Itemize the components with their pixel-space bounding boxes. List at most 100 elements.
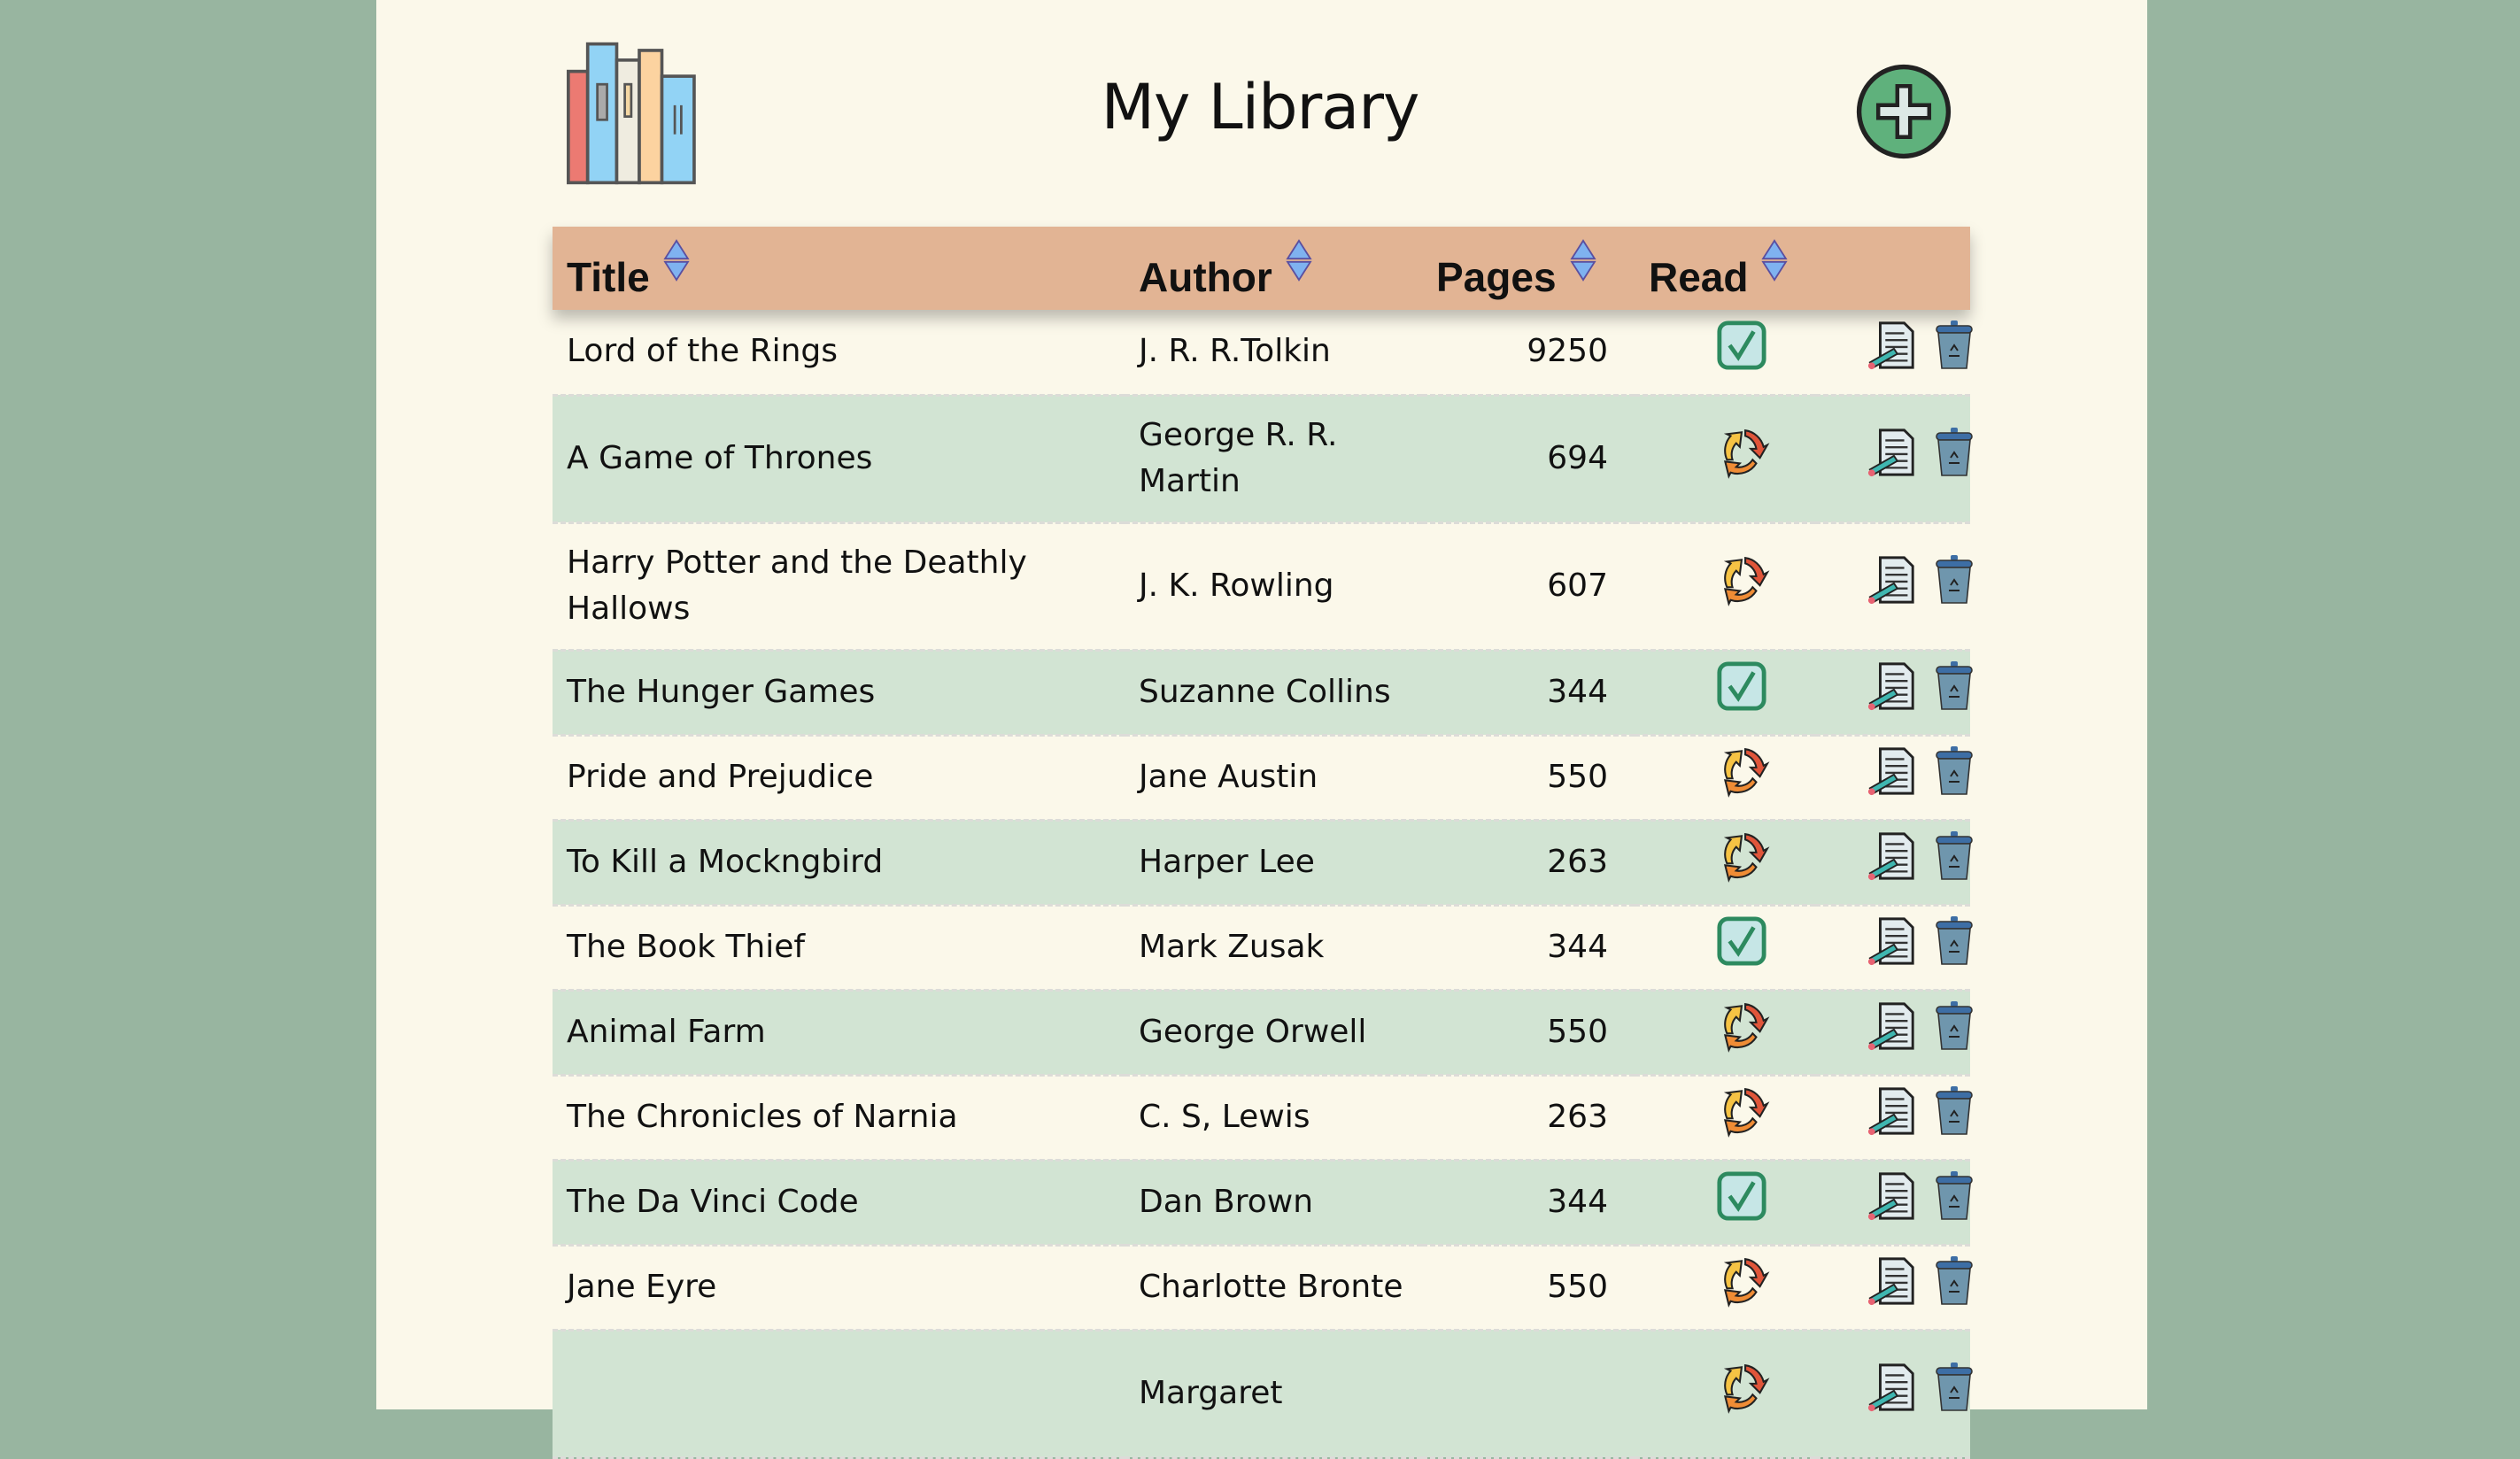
book-title: A Game of Thrones — [567, 440, 873, 476]
column-header-label: Title — [567, 254, 650, 300]
book-pages: 550 — [1547, 759, 1608, 795]
trash-icon[interactable] — [1933, 1254, 1975, 1322]
trash-icon[interactable] — [1933, 914, 1975, 982]
table-row: The Chronicles of Narnia C. S, Lewis 263 — [553, 1075, 1974, 1160]
table-row: Animal Farm George Orwell 550 — [553, 990, 1974, 1075]
read-status — [1635, 522, 1815, 650]
table-row: The Da Vinci Code Dan Brown 344 — [553, 1160, 1974, 1245]
book-author: George R. R. Martin — [1139, 417, 1338, 499]
edit-icon[interactable] — [1867, 745, 1918, 810]
book-author: Charlotte Bronte — [1139, 1269, 1403, 1305]
table-row: Jane Eyre Charlotte Bronte 550 — [553, 1245, 1974, 1330]
reading-cycle-icon[interactable] — [1716, 744, 1771, 812]
read-status — [1635, 1330, 1815, 1457]
column-header-read[interactable]: Read — [1635, 227, 1815, 310]
trash-icon[interactable] — [1933, 744, 1975, 812]
reading-cycle-icon[interactable] — [1716, 552, 1771, 621]
book-title: Harry Potter and the Deathly Hallows — [567, 544, 1027, 627]
edit-icon[interactable] — [1867, 1170, 1918, 1235]
column-header-title[interactable]: Title — [553, 227, 1125, 310]
edit-icon[interactable] — [1867, 1085, 1918, 1150]
book-title: The Chronicles of Narnia — [567, 1099, 958, 1135]
row-actions — [1815, 905, 1974, 990]
table-row: The Book Thief Mark Zusak 344 — [553, 905, 1974, 990]
book-pages: 550 — [1547, 1269, 1608, 1305]
book-title: The Book Thief — [567, 929, 806, 965]
book-title: Pride and Prejudice — [567, 759, 874, 795]
book-pages: 344 — [1547, 674, 1608, 710]
trash-icon[interactable] — [1933, 999, 1975, 1067]
reading-cycle-icon[interactable] — [1716, 1360, 1771, 1428]
read-check-icon[interactable] — [1716, 660, 1767, 725]
reading-cycle-icon[interactable] — [1716, 1084, 1771, 1152]
book-title: The Hunger Games — [567, 674, 876, 710]
read-status — [1635, 650, 1815, 735]
edit-icon[interactable] — [1867, 427, 1918, 491]
sort-icon[interactable] — [1557, 239, 1599, 300]
read-check-icon[interactable] — [1716, 1170, 1767, 1235]
book-pages — [1422, 1330, 1635, 1457]
row-actions — [1815, 650, 1974, 735]
trash-icon[interactable] — [1933, 1360, 1975, 1428]
book-pages: 263 — [1547, 1099, 1608, 1135]
book-author: C. S, Lewis — [1139, 1099, 1310, 1135]
sort-icon[interactable] — [1272, 239, 1315, 300]
table-row: To Kill a Mockngbird Harper Lee 263 — [553, 820, 1974, 905]
edit-icon[interactable] — [1867, 830, 1918, 895]
book-pages: 694 — [1547, 440, 1608, 476]
book-author: J. K. Rowling — [1139, 567, 1334, 604]
read-status — [1635, 735, 1815, 820]
trash-icon[interactable] — [1933, 425, 1975, 493]
book-pages: 607 — [1547, 567, 1608, 604]
trash-icon[interactable] — [1933, 829, 1975, 897]
trash-icon[interactable] — [1933, 1084, 1975, 1152]
edit-icon[interactable] — [1867, 320, 1918, 384]
read-status — [1635, 905, 1815, 990]
trash-icon[interactable] — [1933, 318, 1975, 386]
page-title: My Library — [1101, 71, 1420, 143]
trash-icon[interactable] — [1933, 1169, 1975, 1237]
table-row: Pride and Prejudice Jane Austin 550 — [553, 735, 1974, 820]
book-author: Margaret — [1139, 1375, 1283, 1411]
row-actions — [1815, 820, 1974, 905]
table-row: A Game of Thrones George R. R. Martin 694 — [553, 395, 1974, 522]
book-author: Dan Brown — [1139, 1184, 1314, 1220]
row-actions — [1815, 522, 1974, 650]
column-header-label: Read — [1649, 254, 1749, 300]
column-header-author[interactable]: Author — [1125, 227, 1422, 310]
read-status — [1635, 820, 1815, 905]
edit-icon[interactable] — [1867, 554, 1918, 619]
book-author: J. R. R.Tolkin — [1139, 333, 1331, 370]
book-pages: 550 — [1547, 1014, 1608, 1050]
book-author: Mark Zusak — [1139, 929, 1325, 965]
sort-icon[interactable] — [650, 239, 692, 300]
book-author: Jane Austin — [1139, 759, 1318, 795]
book-title — [553, 1330, 1125, 1457]
edit-icon[interactable] — [1867, 1000, 1918, 1065]
row-actions — [1815, 1075, 1974, 1160]
reading-cycle-icon[interactable] — [1716, 1254, 1771, 1322]
edit-icon[interactable] — [1867, 660, 1918, 725]
reading-cycle-icon[interactable] — [1716, 829, 1771, 897]
book-author: Harper Lee — [1139, 844, 1315, 880]
row-actions — [1815, 1160, 1974, 1245]
read-status — [1635, 395, 1815, 522]
table-header-row: Title Author Pages Read — [553, 227, 1970, 310]
reading-cycle-icon[interactable] — [1716, 425, 1771, 493]
read-status — [1635, 1075, 1815, 1160]
row-actions — [1815, 1245, 1974, 1330]
sort-icon[interactable] — [1748, 239, 1790, 300]
edit-icon[interactable] — [1867, 1362, 1918, 1426]
trash-icon[interactable] — [1933, 552, 1975, 621]
column-header-pages[interactable]: Pages — [1422, 227, 1635, 310]
edit-icon[interactable] — [1867, 1255, 1918, 1320]
row-actions — [1815, 735, 1974, 820]
reading-cycle-icon[interactable] — [1716, 999, 1771, 1067]
read-check-icon[interactable] — [1716, 915, 1767, 980]
book-title: Lord of the Rings — [567, 333, 839, 370]
trash-icon[interactable] — [1933, 659, 1975, 727]
book-pages: 344 — [1547, 929, 1608, 965]
edit-icon[interactable] — [1867, 915, 1918, 980]
read-check-icon[interactable] — [1716, 320, 1767, 384]
add-book-button[interactable] — [1856, 64, 1952, 159]
